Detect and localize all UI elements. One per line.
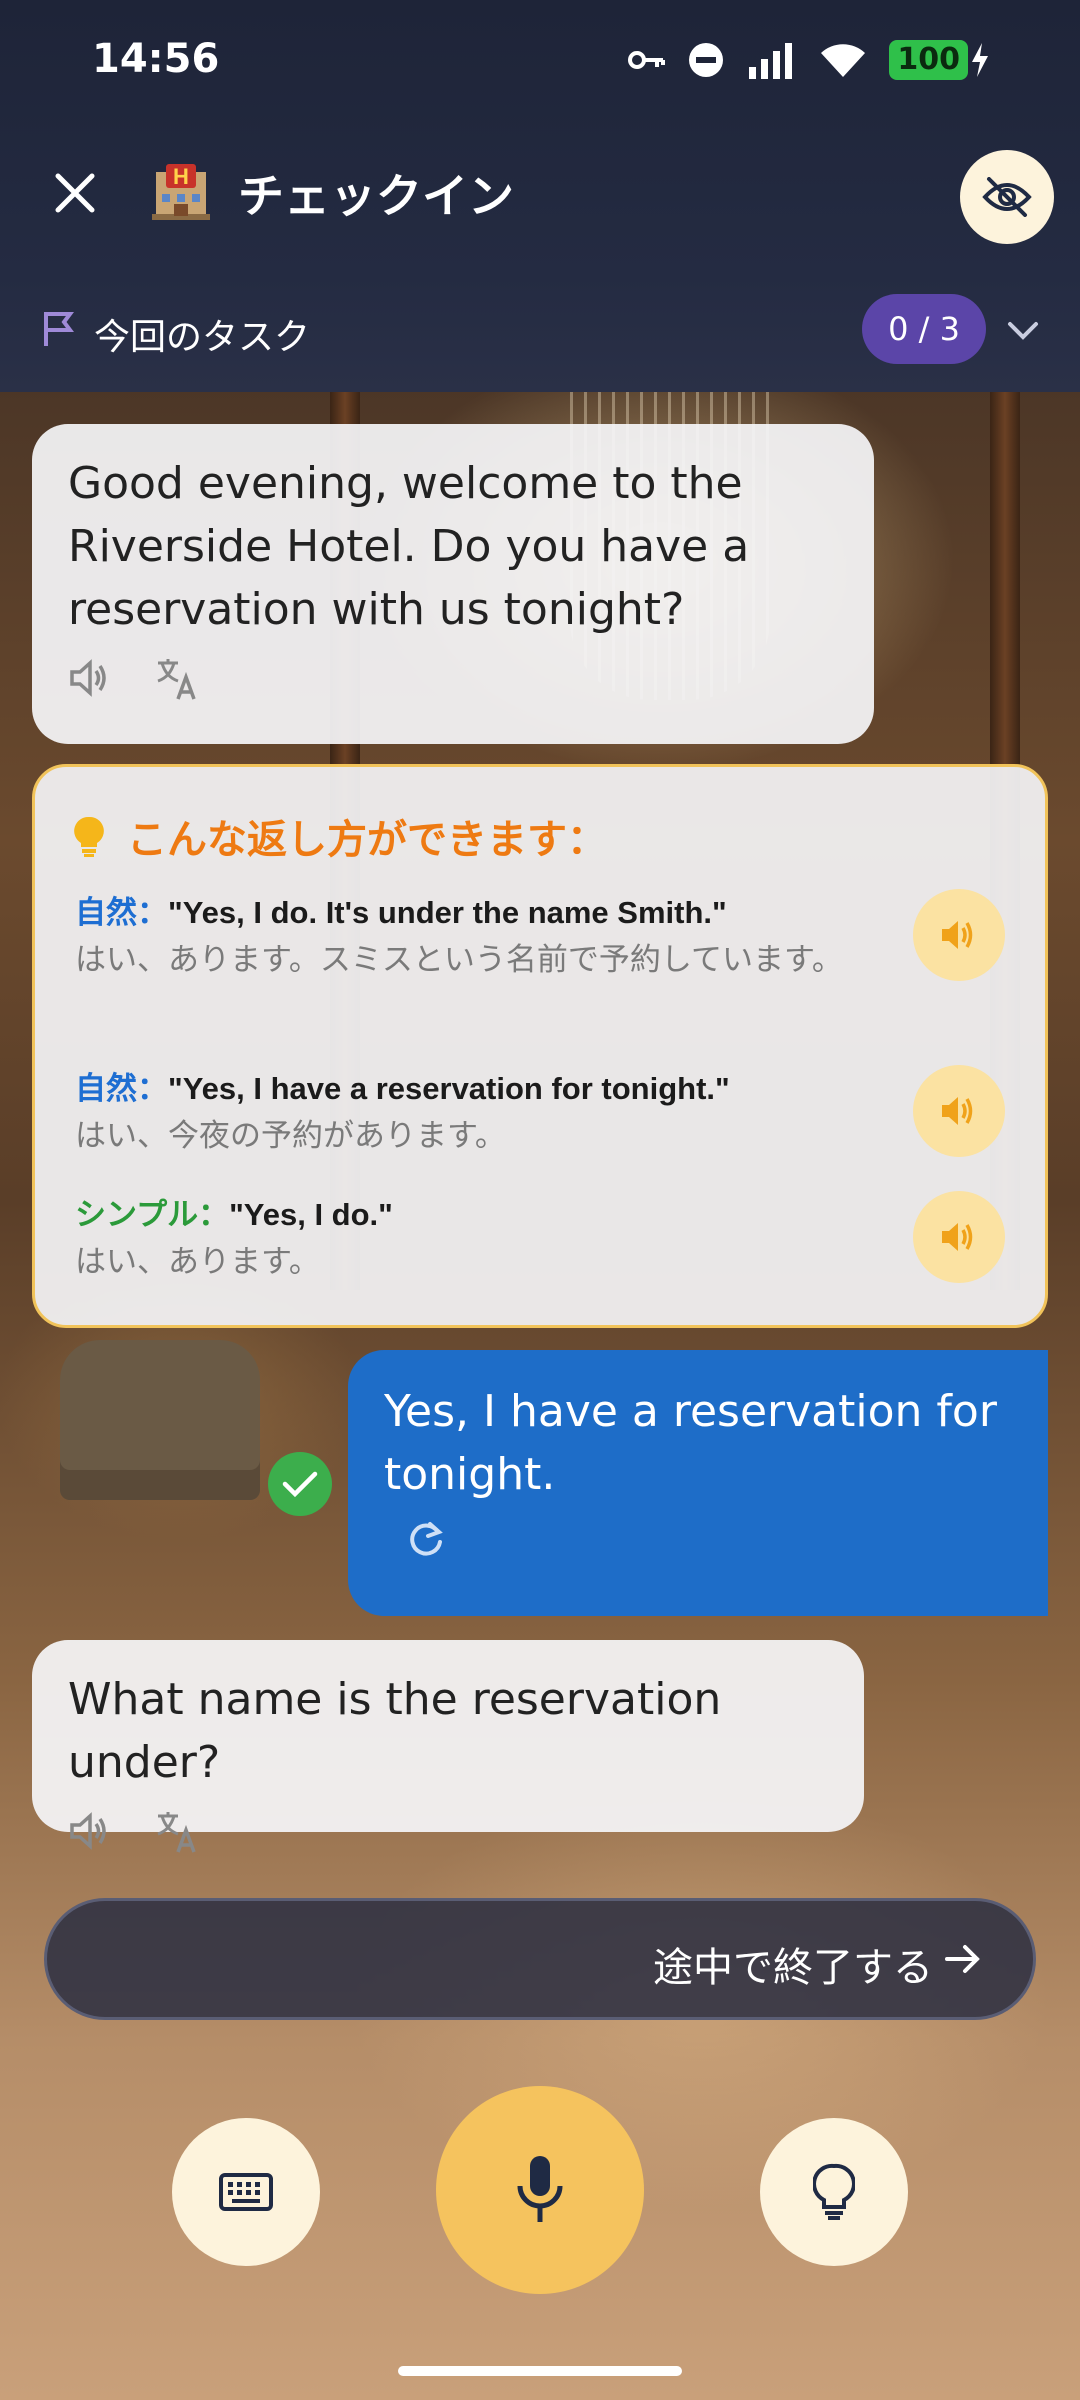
speaker-icon[interactable] bbox=[68, 1812, 110, 1850]
hint-tag: 自然： bbox=[75, 895, 168, 930]
message-text: Yes, I have a reservation for tonight. bbox=[384, 1386, 997, 1500]
user-message: Yes, I have a reservation for tonight. bbox=[348, 1350, 1048, 1616]
message-actions bbox=[68, 1808, 828, 1854]
hotel-icon: H bbox=[152, 164, 210, 220]
eye-off-icon bbox=[982, 177, 1032, 217]
lightbulb-icon bbox=[813, 2163, 855, 2220]
check-icon bbox=[268, 1452, 332, 1516]
response-hints-card: こんな返し方ができます： 自然："Yes, I do. It's under t… bbox=[32, 764, 1048, 1328]
dnd-icon bbox=[689, 43, 724, 77]
lightbulb-icon bbox=[74, 816, 104, 857]
battery-indicator: 100 bbox=[889, 40, 990, 80]
speaker-icon[interactable] bbox=[68, 659, 110, 697]
hint-english: "Yes, I do. It's under the name Smith." bbox=[168, 895, 727, 930]
charging-icon bbox=[972, 43, 988, 77]
close-icon bbox=[55, 173, 95, 213]
hint-english: "Yes, I do." bbox=[229, 1197, 393, 1232]
hide-text-toggle-button[interactable] bbox=[960, 150, 1054, 244]
microphone-icon bbox=[517, 2156, 563, 2222]
message-text: Good evening, welcome to the Riverside H… bbox=[68, 458, 750, 635]
hint-play-button[interactable] bbox=[913, 1065, 1005, 1157]
refresh-icon[interactable] bbox=[406, 1520, 446, 1560]
app-header: H チェックイン bbox=[0, 130, 1080, 260]
status-bar: 14:56 100 bbox=[0, 0, 1080, 120]
status-icons: 100 bbox=[627, 40, 990, 80]
keyboard-button[interactable] bbox=[172, 2118, 320, 2266]
signal-icon bbox=[749, 43, 793, 79]
hint-japanese: はい、あります。 bbox=[75, 1244, 320, 1280]
wifi-icon bbox=[821, 44, 866, 77]
speaker-icon bbox=[942, 1097, 973, 1125]
end-early-button[interactable]: 途中で終了する bbox=[44, 1898, 1036, 2020]
hint-tag: シンプル： bbox=[75, 1197, 230, 1232]
task-bar[interactable]: 今回のタスク 0 / 3 bbox=[0, 284, 1080, 380]
status-time: 14:56 bbox=[92, 36, 220, 82]
hint-japanese: はい、今夜の予約があります。 bbox=[75, 1118, 506, 1154]
background-armchair bbox=[60, 1340, 260, 1500]
flag-icon bbox=[44, 312, 74, 346]
chevron-down-icon[interactable] bbox=[1004, 312, 1042, 350]
top-header: 14:56 100 H チェックイン 今回のタスク 0 / 3 bbox=[0, 0, 1080, 392]
translate-icon[interactable] bbox=[154, 655, 200, 701]
battery-level: 100 bbox=[889, 40, 968, 80]
hint-japanese: はい、あります。スミスという名前で予約しています。 bbox=[75, 942, 843, 978]
task-label: 今回のタスク bbox=[94, 317, 311, 358]
close-button[interactable] bbox=[40, 158, 110, 228]
arrow-right-icon bbox=[945, 1945, 980, 1973]
hints-title: こんな返し方ができます： bbox=[73, 807, 607, 865]
task-progress-badge: 0 / 3 bbox=[862, 294, 986, 364]
vpn-key-icon bbox=[628, 51, 666, 69]
message-actions bbox=[68, 655, 838, 701]
hint-english: "Yes, I have a reservation for tonight." bbox=[168, 1071, 730, 1106]
hint-tag: 自然： bbox=[75, 1071, 168, 1106]
microphone-button[interactable] bbox=[436, 2086, 644, 2294]
speaker-icon bbox=[942, 921, 973, 949]
hint-item: 自然："Yes, I do. It's under the name Smith… bbox=[75, 891, 955, 985]
svg-text:H: H bbox=[173, 164, 189, 189]
speaker-icon bbox=[942, 1223, 973, 1251]
home-indicator[interactable] bbox=[398, 2366, 682, 2376]
keyboard-icon bbox=[219, 2173, 273, 2211]
translate-icon[interactable] bbox=[154, 1808, 200, 1854]
hint-play-button[interactable] bbox=[913, 1191, 1005, 1283]
page-title: チェックイン bbox=[238, 169, 514, 223]
hint-play-button[interactable] bbox=[913, 889, 1005, 981]
hint-item: シンプル："Yes, I do." はい、あります。 bbox=[75, 1193, 955, 1287]
hint-item: 自然："Yes, I have a reservation for tonigh… bbox=[75, 1067, 955, 1161]
ai-message: What name is the reservation under? bbox=[32, 1640, 864, 1853]
message-actions bbox=[406, 1520, 1012, 1560]
hint-button[interactable] bbox=[760, 2118, 908, 2266]
message-text: What name is the reservation under? bbox=[68, 1674, 722, 1788]
end-early-label: 途中で終了する bbox=[653, 1945, 933, 1991]
hints-title-text: こんな返し方ができます： bbox=[127, 817, 607, 863]
ai-message: Good evening, welcome to the Riverside H… bbox=[32, 424, 874, 744]
